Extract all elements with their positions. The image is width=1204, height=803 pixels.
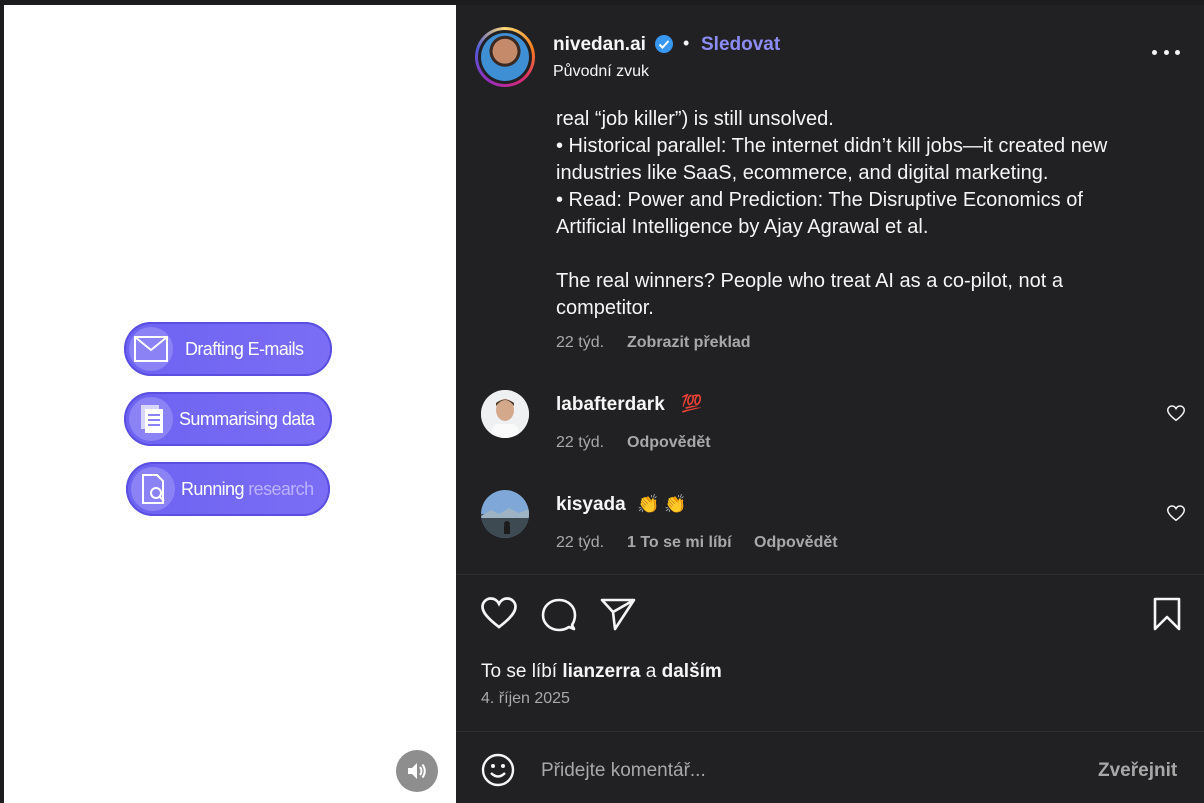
separator-dot: • — [683, 33, 690, 53]
heart-icon[interactable] — [1167, 505, 1185, 522]
post-date[interactable]: 4. říjen 2025 — [481, 690, 570, 708]
pill-label: Running research — [181, 478, 314, 499]
publish-button[interactable]: Zveřejnit — [1098, 760, 1177, 782]
heart-icon[interactable] — [481, 597, 517, 630]
more-options-icon[interactable] — [1152, 45, 1180, 59]
pill-summarising-data: Summarising data — [124, 392, 332, 446]
caption-line: • Historical parallel: The internet didn… — [556, 135, 1108, 184]
likes-summary[interactable]: To se líbí lianzerra a dalším — [481, 661, 722, 683]
liker-username[interactable]: lianzerra — [562, 661, 640, 682]
pill-drafting-emails: Drafting E-mails — [124, 322, 332, 376]
speaker-icon — [408, 763, 426, 779]
comment-time[interactable]: 22 týd. — [556, 534, 604, 552]
avatar[interactable] — [475, 27, 535, 87]
pill-label: Summarising data — [179, 408, 315, 429]
comment-time[interactable]: 22 týd. — [556, 434, 604, 452]
comment-text: 💯 — [681, 394, 703, 413]
comment-username[interactable]: labafterdark — [556, 394, 665, 416]
commenter-avatar[interactable] — [481, 490, 529, 538]
reply-button[interactable]: Odpovědět — [754, 534, 838, 552]
envelope-icon — [129, 327, 173, 371]
caption-line: real “job killer”) is still unsolved. — [556, 108, 834, 130]
translate-link[interactable]: Zobrazit překlad — [627, 334, 751, 352]
bookmark-icon[interactable] — [1152, 597, 1182, 631]
heart-icon[interactable] — [1167, 405, 1185, 422]
audio-label[interactable]: Původní zvuk — [553, 63, 649, 81]
verified-badge-icon — [655, 35, 673, 53]
commenter-avatar[interactable] — [481, 390, 529, 438]
post-details-panel: nivedan.ai • Sledovat Původní zvuk real … — [456, 5, 1204, 803]
pill-running-research: Running research — [126, 462, 330, 516]
caption-line: • Read: Power and Prediction: The Disrup… — [556, 189, 1083, 238]
search-document-icon — [131, 467, 175, 511]
documents-icon — [129, 397, 173, 441]
caption-line: The real winners? People who treat AI as… — [556, 270, 1063, 319]
comment-input[interactable]: Přidejte komentář... — [541, 760, 706, 782]
caption-time[interactable]: 22 týd. — [556, 334, 604, 352]
comment-text: 👏 👏 — [637, 494, 687, 514]
divider — [456, 731, 1204, 732]
sound-toggle-button[interactable] — [396, 750, 438, 792]
pill-label: Drafting E-mails — [185, 338, 304, 359]
caption-line — [556, 241, 1156, 268]
comment-bubble-icon[interactable] — [541, 597, 577, 633]
reply-button[interactable]: Odpovědět — [627, 434, 711, 452]
comment-likes[interactable]: 1 To se mi líbí — [627, 534, 732, 552]
comment-username[interactable]: kisyada — [556, 494, 626, 516]
emoji-icon[interactable] — [481, 753, 515, 787]
divider — [456, 574, 1204, 575]
post-header: nivedan.ai • Sledovat Původní zvuk — [456, 5, 1204, 95]
paper-plane-icon[interactable] — [600, 597, 636, 631]
post-caption: real “job killer”) is still unsolved. • … — [556, 106, 1156, 322]
author-username[interactable]: nivedan.ai — [553, 34, 646, 56]
follow-button[interactable]: Sledovat — [701, 34, 780, 56]
reel-video[interactable]: Drafting E-mails Summarising data Runnin… — [4, 5, 456, 803]
likers-others[interactable]: dalším — [662, 661, 722, 682]
